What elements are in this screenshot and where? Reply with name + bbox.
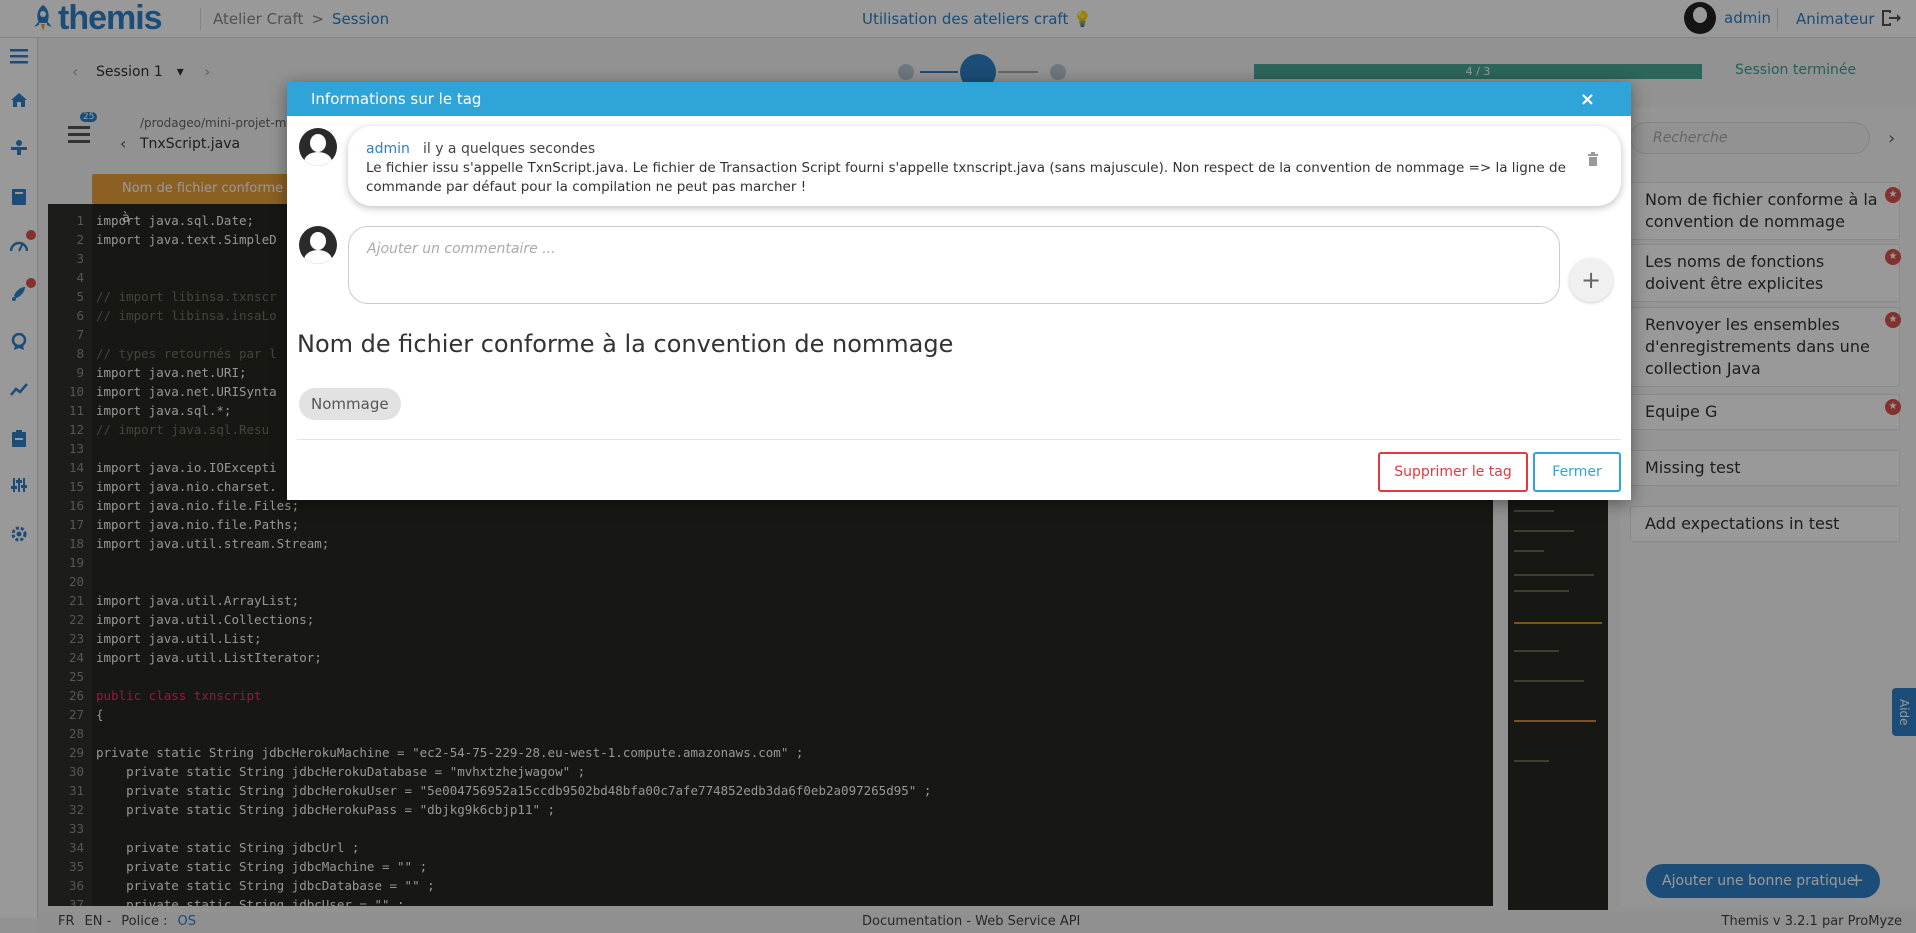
comment-placeholder: Ajouter un commentaire ... — [367, 241, 556, 257]
current-user-avatar — [299, 226, 337, 264]
comment-card: admin il y a quelques secondes Le fichie… — [348, 126, 1621, 206]
trash-icon[interactable] — [1587, 152, 1599, 166]
modal-title: Informations sur le tag — [311, 90, 482, 108]
tag-info-modal: Informations sur le tag × admin il y a q… — [287, 82, 1631, 500]
comment-text: Le fichier issu s'appelle TxnScript.java… — [366, 160, 1566, 195]
modal-header: Informations sur le tag × — [287, 82, 1631, 116]
close-icon[interactable]: × — [1580, 82, 1595, 118]
plus-icon: + — [1580, 266, 1602, 294]
add-comment-button[interactable]: + — [1569, 258, 1613, 302]
delete-tag-button[interactable]: Supprimer le tag — [1378, 452, 1528, 492]
tag-label-chip[interactable]: Nommage — [299, 388, 401, 420]
tag-title: Nom de fichier conforme à la convention … — [297, 330, 954, 358]
comment-author[interactable]: admin — [366, 141, 410, 157]
comment-author-avatar — [299, 128, 337, 166]
comment-textarea[interactable]: Ajouter un commentaire ... — [348, 226, 1560, 304]
comment-time: il y a quelques secondes — [422, 141, 596, 157]
modal-divider — [297, 439, 1621, 440]
close-button[interactable]: Fermer — [1533, 452, 1621, 492]
